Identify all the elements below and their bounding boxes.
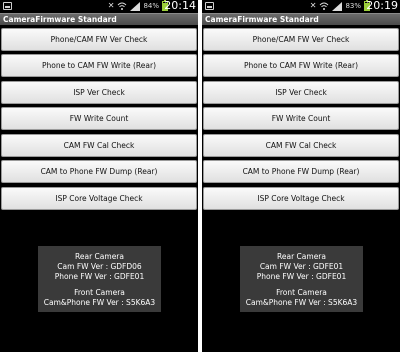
phone-to-cam-fw-write-button[interactable]: Phone to CAM FW Write (Rear) (203, 54, 399, 77)
status-clock: 20:14 (164, 0, 196, 12)
status-icons: ✕ 83% (309, 0, 370, 11)
wifi-icon (118, 2, 127, 10)
notification-icon (3, 2, 12, 10)
cam-fw-cal-check-button[interactable]: CAM FW Cal Check (1, 134, 197, 157)
fw-write-count-button[interactable]: FW Write Count (1, 107, 197, 130)
isp-core-voltage-check-button[interactable]: ISP Core Voltage Check (203, 187, 399, 210)
status-icons: ✕ 84% (107, 0, 168, 11)
rear-camera-heading: Rear Camera (75, 252, 124, 261)
cam-fw-cal-check-button[interactable]: CAM FW Cal Check (203, 134, 399, 157)
battery-percent: 83% (345, 2, 361, 10)
cam-fw-version: Cam FW Ver : GDFD06 (57, 262, 142, 271)
cam-fw-version: Cam FW Ver : GDFE01 (259, 262, 344, 271)
notification-icon (205, 2, 214, 10)
cam-to-phone-fw-dump-button[interactable]: CAM to Phone FW Dump (Rear) (1, 160, 197, 183)
mute-icon: ✕ (107, 1, 115, 10)
isp-core-voltage-check-button[interactable]: ISP Core Voltage Check (1, 187, 197, 210)
app-title: CameraFirmware Standard (202, 13, 400, 25)
phone-screen-left: ✕ 84% 20:14 CameraFirmware Standard Phon… (0, 0, 198, 352)
status-bar: ✕ 83% 20:19 (202, 0, 400, 12)
phone-to-cam-fw-write-button[interactable]: Phone to CAM FW Write (Rear) (1, 54, 197, 77)
fw-write-count-button[interactable]: FW Write Count (203, 107, 399, 130)
signal-icon (130, 1, 141, 11)
cam-phone-fw-version: Cam&Phone FW Ver : S5K6A3 (43, 298, 156, 307)
cam-to-phone-fw-dump-button[interactable]: CAM to Phone FW Dump (Rear) (203, 160, 399, 183)
phone-cam-fw-ver-check-button[interactable]: Phone/CAM FW Ver Check (1, 28, 197, 51)
phone-fw-version: Phone FW Ver : GDFE01 (256, 272, 347, 281)
wifi-icon (320, 2, 329, 10)
phone-fw-version: Phone FW Ver : GDFE01 (54, 272, 145, 281)
phone-cam-fw-ver-check-button[interactable]: Phone/CAM FW Ver Check (203, 28, 399, 51)
battery-percent: 84% (143, 2, 159, 10)
isp-ver-check-button[interactable]: ISP Ver Check (203, 81, 399, 104)
rear-camera-heading: Rear Camera (277, 252, 326, 261)
phone-screen-right: ✕ 83% 20:19 CameraFirmware Standard Phon… (202, 0, 400, 352)
isp-ver-check-button[interactable]: ISP Ver Check (1, 81, 197, 104)
firmware-info-box: Rear Camera Cam FW Ver : GDFD06 Phone FW… (38, 246, 161, 312)
status-clock: 20:19 (366, 0, 398, 12)
status-bar: ✕ 84% 20:14 (0, 0, 198, 12)
front-camera-heading: Front Camera (276, 288, 327, 297)
firmware-info-box: Rear Camera Cam FW Ver : GDFE01 Phone FW… (240, 246, 363, 312)
mute-icon: ✕ (309, 1, 317, 10)
cam-phone-fw-version: Cam&Phone FW Ver : S5K6A3 (245, 298, 358, 307)
signal-icon (332, 1, 343, 11)
app-title: CameraFirmware Standard (0, 13, 198, 25)
front-camera-heading: Front Camera (74, 288, 125, 297)
